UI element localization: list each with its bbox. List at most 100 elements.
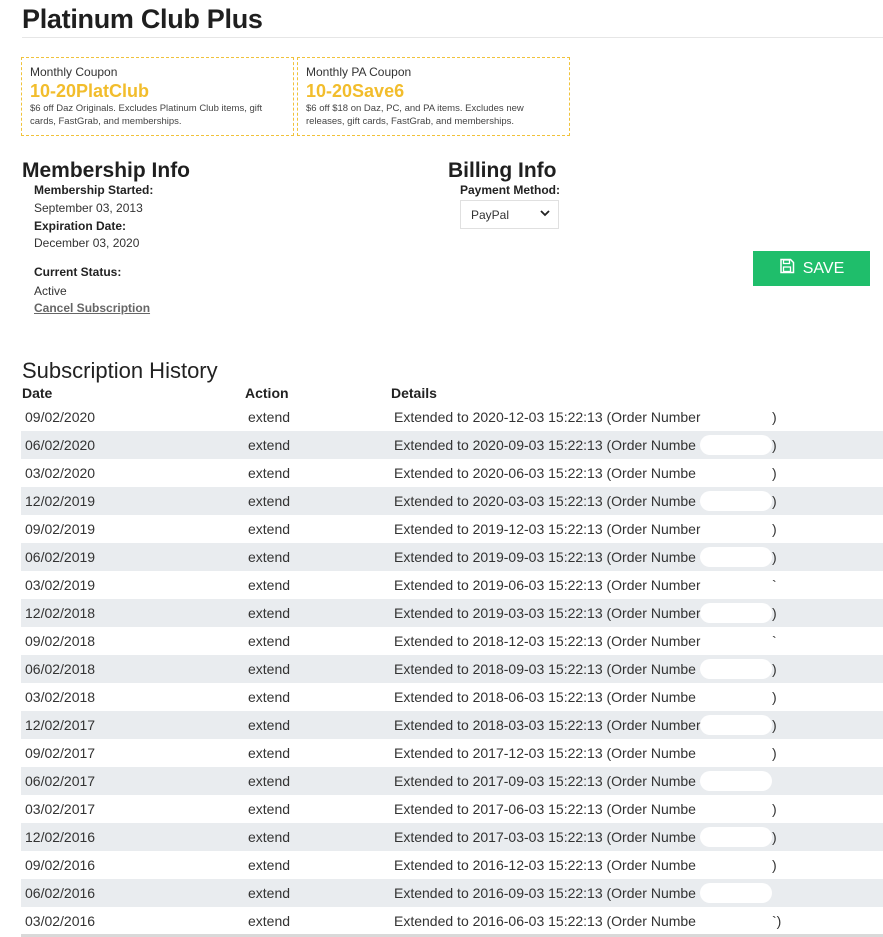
row-details: Extended to 2019-06-03 15:22:13 (Order N…: [394, 577, 701, 593]
cancel-subscription-link[interactable]: Cancel Subscription: [34, 301, 150, 315]
row-details-close: `: [772, 633, 777, 649]
row-date: 03/02/2016: [25, 913, 96, 929]
row-details: Extended to 2017-12-03 15:22:13 (Order N…: [394, 745, 696, 761]
coupon-label: Monthly PA Coupon: [306, 65, 412, 79]
row-details: Extended to 2018-03-03 15:22:13 (Order N…: [394, 717, 701, 733]
redacted-order-number: [700, 771, 772, 791]
row-action: extend: [248, 605, 291, 621]
redacted-order-number: [700, 827, 772, 847]
row-details: Extended to 2017-09-03 15:22:13 (Order N…: [394, 773, 696, 789]
row-details-close: ): [772, 437, 777, 453]
row-date: 03/02/2018: [25, 689, 96, 705]
redacted-order-number: [700, 547, 772, 567]
row-date: 12/02/2017: [25, 717, 96, 733]
table-row: 12/02/2018 extend Extended to 2019-03-03 1…: [21, 599, 883, 627]
row-details: Extended to 2017-03-03 15:22:13 (Order N…: [394, 829, 696, 845]
expiration-date-label: Expiration Date:: [34, 219, 127, 233]
floppy-disk-icon: [779, 258, 795, 279]
expiration-date-value: December 03, 2020: [34, 236, 140, 250]
table-row: 09/02/2020 extend Extended to 2020-12-03 1…: [21, 403, 883, 431]
chevron-down-icon: [540, 209, 550, 220]
table-row: 12/02/2019 extend Extended to 2020-03-03 1…: [21, 487, 883, 515]
table-row: 03/02/2017 extend Extended to 2017-06-03 1…: [21, 795, 883, 823]
redacted-order-number: [700, 603, 772, 623]
row-details: Extended to 2020-06-03 15:22:13 (Order N…: [394, 465, 696, 481]
row-date: 03/02/2020: [25, 465, 96, 481]
row-details-close: ): [772, 857, 777, 873]
row-details: Extended to 2018-09-03 15:22:13 (Order N…: [394, 661, 696, 677]
row-action: extend: [248, 829, 291, 845]
row-action: extend: [248, 773, 291, 789]
membership-started-label: Membership Started:: [34, 183, 154, 197]
redacted-order-number: [700, 687, 772, 707]
row-action: extend: [248, 661, 291, 677]
row-details: Extended to 2020-09-03 15:22:13 (Order N…: [394, 437, 696, 453]
table-row: 06/02/2018 extend Extended to 2018-09-03 1…: [21, 655, 883, 683]
redacted-order-number: [700, 407, 772, 427]
redacted-order-number: [700, 855, 772, 875]
table-row: 06/02/2020 extend Extended to 2020-09-03 1…: [21, 431, 883, 459]
row-details: Extended to 2019-09-03 15:22:13 (Order N…: [394, 549, 696, 565]
redacted-order-number: [700, 715, 772, 735]
row-action: extend: [248, 885, 291, 901]
payment-method-select[interactable]: PayPal: [460, 200, 559, 229]
subscription-history-heading: Subscription History: [22, 358, 218, 383]
membership-info-heading: Membership Info: [22, 159, 191, 182]
redacted-order-number: [700, 435, 772, 455]
row-details-close: `): [772, 913, 782, 929]
row-details: Extended to 2018-06-03 15:22:13 (Order N…: [394, 689, 696, 705]
row-action: extend: [248, 549, 291, 565]
row-date: 06/02/2016: [25, 885, 96, 901]
row-details-close: ): [772, 549, 777, 565]
table-row: 03/02/2018 extend Extended to 2018-06-03 1…: [21, 683, 883, 711]
table-row: 09/02/2017 extend Extended to 2017-12-03 1…: [21, 739, 883, 767]
table-row: 03/02/2019 extend Extended to 2019-06-03 1…: [21, 571, 883, 599]
column-header-details: Details: [391, 385, 437, 401]
row-action: extend: [248, 521, 291, 537]
row-date: 06/02/2017: [25, 773, 96, 789]
redacted-order-number: [700, 575, 772, 595]
table-row: 09/02/2019 extend Extended to 2019-12-03 1…: [21, 515, 883, 543]
row-details: Extended to 2020-12-03 15:22:13 (Order N…: [394, 409, 701, 425]
row-action: extend: [248, 437, 291, 453]
row-details: Extended to 2016-12-03 15:22:13 (Order N…: [394, 857, 696, 873]
row-date: 03/02/2017: [25, 801, 96, 817]
table-row: 12/02/2016 extend Extended to 2017-03-03 1…: [21, 823, 883, 851]
row-details-close: ): [772, 801, 777, 817]
row-details-close: ): [772, 521, 777, 537]
row-action: extend: [248, 913, 291, 929]
coupon-label: Monthly Coupon: [30, 65, 118, 79]
table-row: 03/02/2016 extend Extended to 2016-06-03 1…: [21, 907, 883, 935]
row-date: 06/02/2019: [25, 549, 96, 565]
row-details: Extended to 2020-03-03 15:22:13 (Order N…: [394, 493, 696, 509]
row-details-close: ): [772, 409, 777, 425]
table-row: 09/02/2018 extend Extended to 2018-12-03 1…: [21, 627, 883, 655]
row-details: Extended to 2017-06-03 15:22:13 (Order N…: [394, 801, 696, 817]
row-action: extend: [248, 689, 291, 705]
save-button-label: SAVE: [802, 259, 845, 277]
monthly-coupon-card: Monthly Coupon 10-20PlatClub $6 off Daz …: [21, 57, 294, 136]
monthly-pa-coupon-card: Monthly PA Coupon 10-20Save6 $6 off $18 …: [297, 57, 570, 136]
row-action: extend: [248, 577, 291, 593]
redacted-order-number: [700, 463, 772, 483]
row-action: extend: [248, 857, 291, 873]
table-row: 12/02/2017 extend Extended to 2018-03-03 1…: [21, 711, 883, 739]
redacted-order-number: [700, 743, 772, 763]
table-row: 09/02/2016 extend Extended to 2016-12-03 1…: [21, 851, 883, 879]
row-details-close: ): [772, 829, 777, 845]
row-date: 09/02/2020: [25, 409, 96, 425]
row-action: extend: [248, 409, 291, 425]
row-details-close: ): [772, 689, 777, 705]
membership-started-value: September 03, 2013: [34, 201, 143, 215]
table-row: 03/02/2020 extend Extended to 2020-06-03 1…: [21, 459, 883, 487]
redacted-order-number: [700, 799, 772, 819]
save-button[interactable]: SAVE: [753, 251, 870, 286]
row-action: extend: [248, 633, 291, 649]
row-date: 09/02/2018: [25, 633, 96, 649]
table-row: 06/02/2019 extend Extended to 2019-09-03 1…: [21, 543, 883, 571]
column-header-date: Date: [22, 385, 53, 401]
row-action: extend: [248, 717, 291, 733]
row-date: 06/02/2018: [25, 661, 96, 677]
redacted-order-number: [700, 631, 772, 651]
coupon-code: 10-20Save6: [306, 81, 405, 101]
